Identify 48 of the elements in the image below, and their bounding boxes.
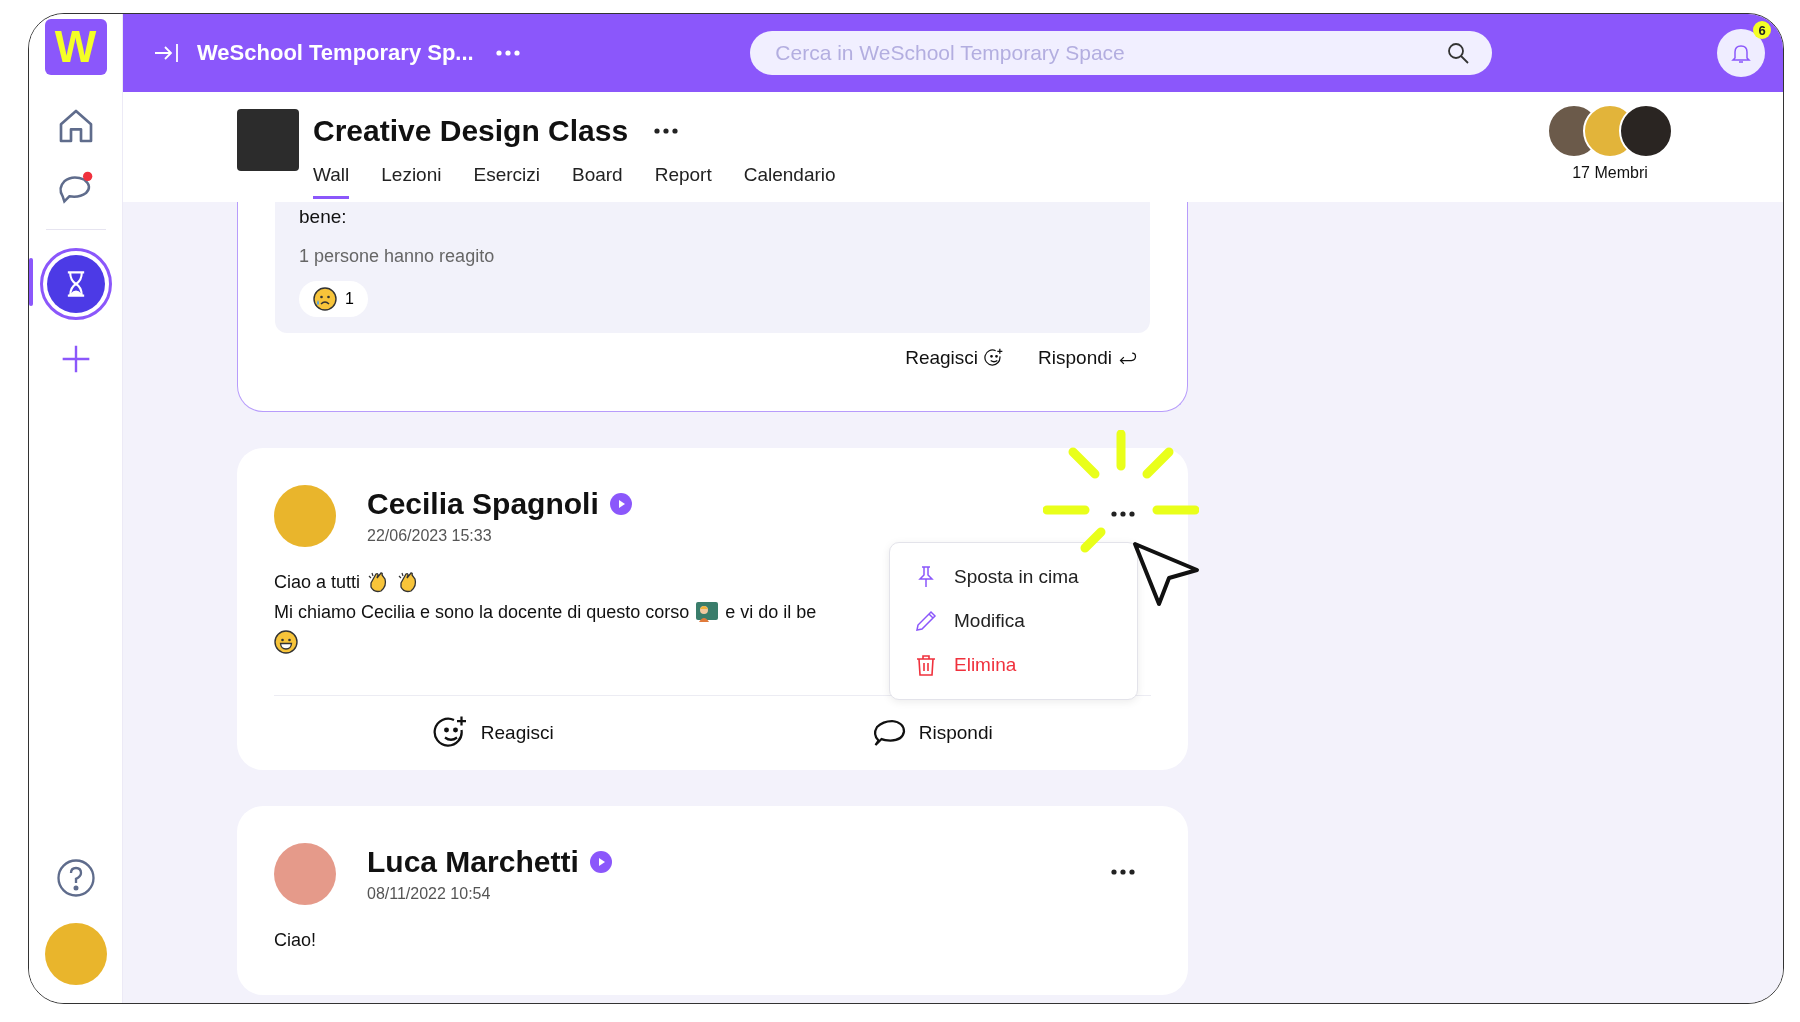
reply-button[interactable]: Rispondi <box>712 696 1151 770</box>
pencil-icon <box>914 609 938 633</box>
verified-badge-icon <box>588 850 613 874</box>
react-link[interactable]: Reagisci <box>903 345 1007 371</box>
search-icon <box>1446 41 1471 65</box>
react-button[interactable]: Reagisci <box>274 696 713 770</box>
reactions-summary: 1 persone hanno reagito <box>299 246 496 267</box>
smiley-plus-icon <box>984 348 1005 368</box>
grin-emoji-icon <box>274 630 298 654</box>
reaction-chip[interactable]: 1 <box>299 281 368 317</box>
trash-icon <box>914 653 938 677</box>
sad-emoji-icon <box>313 287 337 311</box>
class-title: Creative Design Class <box>313 114 629 148</box>
author-name[interactable]: Cecilia Spagnoli <box>367 487 599 521</box>
tab[interactable]: Board <box>572 158 623 199</box>
more-icon <box>1111 511 1135 517</box>
author-name[interactable]: Luca Marchetti <box>367 845 579 879</box>
notification-count: 6 <box>1753 21 1771 39</box>
tab[interactable]: Lezioni <box>381 158 442 199</box>
reply-link[interactable]: Rispondi <box>1036 345 1140 371</box>
menu-item[interactable]: Elimina <box>890 643 1137 687</box>
post-text: e vi do il be <box>725 601 817 624</box>
comment-text: bene: <box>299 206 348 228</box>
post-text: Mi chiamo Cecilia e sono la docente di questo corso <box>274 601 690 624</box>
members-count[interactable]: 17 Membri <box>1572 164 1648 182</box>
tab[interactable]: Wall <box>313 158 350 199</box>
space-title: WeSchool Temporary Sp... <box>197 40 474 66</box>
post-date: 08/11/2022 10:54 <box>367 885 492 903</box>
space-nav-button[interactable] <box>39 248 112 320</box>
help-icon <box>55 858 96 898</box>
tab[interactable]: Report <box>654 158 712 199</box>
more-icon <box>495 50 520 56</box>
search-field[interactable]: Cerca in WeSchool Temporary Space <box>750 31 1493 75</box>
post-text: Ciao! <box>274 929 317 952</box>
teacher-icon <box>695 600 720 624</box>
menu-item[interactable]: Modifica <box>890 599 1137 643</box>
post-text: Ciao a tutti <box>274 571 361 594</box>
verified-badge-icon <box>608 492 633 516</box>
menu-item[interactable]: Sposta in cima <box>890 555 1137 599</box>
more-icon <box>654 128 679 134</box>
tab[interactable]: Esercizi <box>473 158 540 199</box>
post-date: 22/06/2023 15:33 <box>367 527 493 545</box>
class-thumbnail <box>237 109 299 171</box>
tab[interactable]: Calendario <box>743 158 836 199</box>
selection-indicator <box>29 258 33 306</box>
logo[interactable]: W <box>44 19 107 75</box>
expand-sidebar-icon[interactable] <box>153 41 181 65</box>
more-icon <box>1111 869 1135 875</box>
